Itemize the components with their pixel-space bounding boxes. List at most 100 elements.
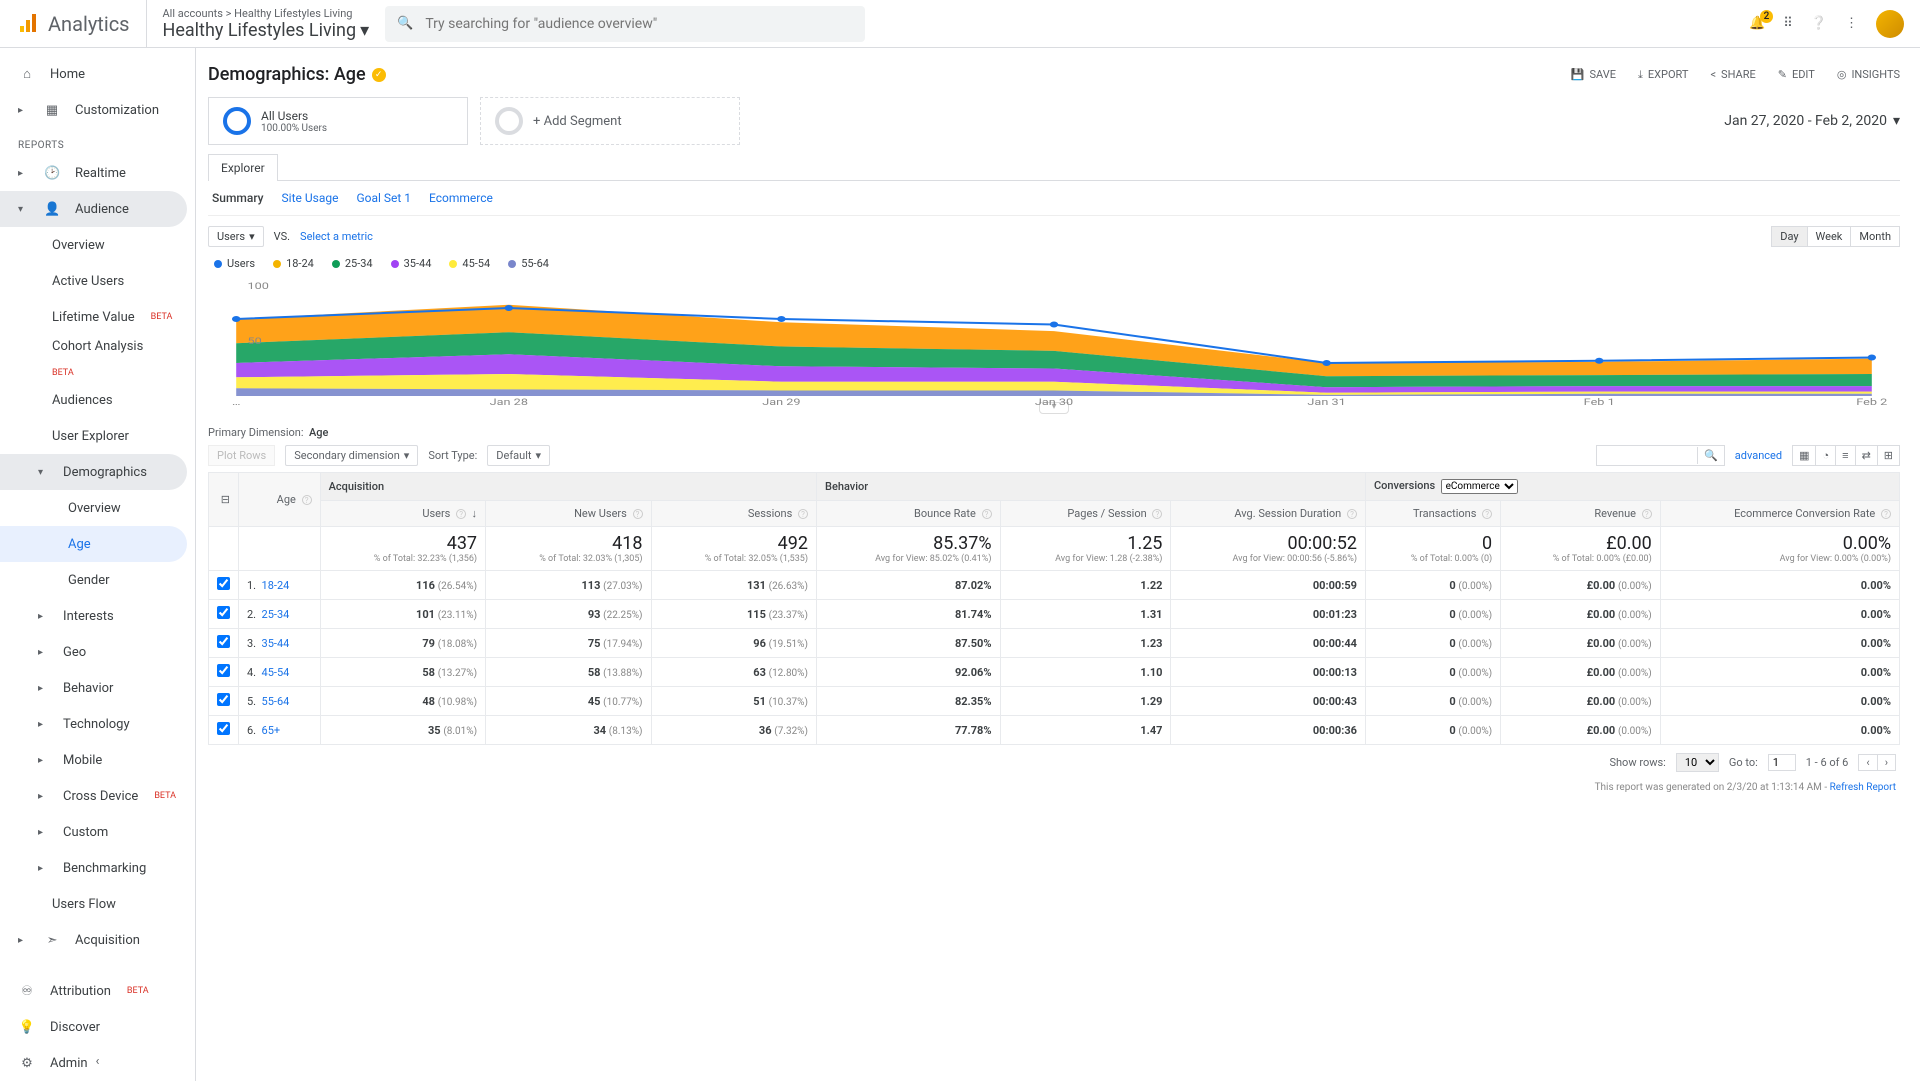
dimension-link[interactable]: 35-44 bbox=[262, 637, 290, 650]
save-button[interactable]: 💾SAVE bbox=[1571, 68, 1616, 82]
more-icon[interactable]: ⋮ bbox=[1845, 16, 1858, 31]
nav-audience-overview[interactable]: Overview bbox=[0, 227, 195, 263]
add-segment-button[interactable]: + Add Segment bbox=[480, 97, 740, 145]
nav-user-explorer[interactable]: User Explorer bbox=[0, 418, 195, 454]
subtab-ecommerce[interactable]: Ecommerce bbox=[429, 191, 493, 205]
nav-acquisition[interactable]: ▸➣Acquisition bbox=[0, 922, 195, 958]
nav-active-users[interactable]: Active Users bbox=[0, 263, 195, 299]
nav-mobile[interactable]: ▸Mobile bbox=[0, 742, 195, 778]
show-rows-select[interactable]: 10 bbox=[1676, 753, 1719, 772]
help-icon[interactable]: ❔ bbox=[1811, 16, 1827, 31]
nav-cohort-analysis[interactable]: Cohort AnalysisBETA bbox=[0, 335, 195, 382]
dimension-link[interactable]: 45-54 bbox=[262, 666, 290, 679]
share-button[interactable]: <SHARE bbox=[1710, 68, 1755, 82]
nav-customization[interactable]: ▸▦Customization bbox=[0, 92, 195, 128]
metric-dropdown[interactable]: Users▾ bbox=[208, 226, 264, 247]
table-search[interactable]: 🔍 bbox=[1596, 445, 1725, 466]
view-bar-icon[interactable]: ≡ bbox=[1836, 446, 1855, 465]
nav-cross-device[interactable]: ▸Cross DeviceBETA bbox=[0, 778, 195, 814]
export-button[interactable]: ⤓EXPORT bbox=[1638, 68, 1688, 82]
nav-home[interactable]: ⌂Home bbox=[0, 56, 195, 92]
col-header[interactable]: Transactions ? bbox=[1365, 501, 1500, 527]
subtab-goal1[interactable]: Goal Set 1 bbox=[356, 191, 411, 205]
time-week[interactable]: Week bbox=[1808, 227, 1852, 246]
conversion-type-select[interactable]: eCommerce bbox=[1441, 479, 1518, 494]
col-header[interactable]: Pages / Session ? bbox=[1000, 501, 1171, 527]
dimension-link[interactable]: 65+ bbox=[262, 724, 281, 737]
account-selector[interactable]: All accounts > Healthy Lifestyles Living… bbox=[146, 0, 370, 47]
edit-button[interactable]: ✎EDIT bbox=[1778, 68, 1815, 82]
time-day[interactable]: Day bbox=[1772, 227, 1807, 246]
view-table-icon[interactable]: ▦ bbox=[1793, 446, 1816, 465]
col-header[interactable]: Bounce Rate ? bbox=[817, 501, 1001, 527]
search-bar[interactable]: 🔍 bbox=[385, 6, 865, 42]
nav-geo[interactable]: ▸Geo bbox=[0, 634, 195, 670]
date-range-picker[interactable]: Jan 27, 2020 - Feb 2, 2020▾ bbox=[1724, 113, 1900, 129]
tab-explorer[interactable]: Explorer bbox=[208, 154, 278, 181]
col-header[interactable]: Avg. Session Duration ? bbox=[1171, 501, 1366, 527]
dimension-link[interactable]: 55-64 bbox=[262, 695, 290, 708]
col-header[interactable]: Ecommerce Conversion Rate ? bbox=[1660, 501, 1899, 527]
legend-item: 45-54 bbox=[449, 257, 490, 270]
subtab-site-usage[interactable]: Site Usage bbox=[282, 191, 339, 205]
search-icon[interactable]: 🔍 bbox=[1697, 447, 1724, 464]
row-checkbox[interactable] bbox=[217, 635, 230, 648]
col-header[interactable]: Users ? ↓ bbox=[320, 501, 485, 527]
nav-technology[interactable]: ▸Technology bbox=[0, 706, 195, 742]
nav-realtime[interactable]: ▸🕑Realtime bbox=[0, 155, 195, 191]
notifications-button[interactable]: 🔔 2 bbox=[1749, 16, 1765, 31]
row-checkbox[interactable] bbox=[217, 664, 230, 677]
col-header[interactable]: New Users ? bbox=[486, 501, 651, 527]
row-checkbox[interactable] bbox=[217, 606, 230, 619]
segment-all-users[interactable]: All Users100.00% Users bbox=[208, 97, 468, 145]
data-table: ⊟Age ?AcquisitionBehaviorConversions eCo… bbox=[208, 472, 1900, 745]
nav-audience[interactable]: ▾👤Audience bbox=[0, 191, 187, 227]
search-input[interactable] bbox=[425, 16, 853, 32]
view-comparison-icon[interactable]: ⇄ bbox=[1856, 446, 1878, 465]
subtab-summary[interactable]: Summary bbox=[212, 191, 264, 205]
goto-label: Go to: bbox=[1729, 756, 1758, 769]
nav-audiences[interactable]: Audiences bbox=[0, 382, 195, 418]
next-page-button[interactable]: › bbox=[1878, 755, 1895, 770]
collapse-all-icon[interactable]: ⊟ bbox=[221, 493, 230, 506]
table-search-input[interactable] bbox=[1597, 446, 1697, 465]
nav-custom[interactable]: ▸Custom bbox=[0, 814, 195, 850]
row-checkbox[interactable] bbox=[217, 722, 230, 735]
nav-demo-gender[interactable]: Gender bbox=[0, 562, 195, 598]
dimension-link[interactable]: 25-34 bbox=[262, 608, 290, 621]
chart-legend: Users18-2425-3435-4445-5455-64 bbox=[208, 257, 1900, 270]
logo[interactable]: Analytics bbox=[16, 12, 130, 36]
view-pivot-icon[interactable]: ⊞ bbox=[1878, 446, 1899, 465]
nav-demographics[interactable]: ▾Demographics bbox=[0, 454, 187, 490]
svg-text:Feb 1: Feb 1 bbox=[1584, 397, 1615, 406]
nav-users-flow[interactable]: Users Flow bbox=[0, 886, 195, 922]
view-pie-icon[interactable]: ◔ bbox=[1816, 446, 1836, 465]
nav-discover[interactable]: 💡Discover bbox=[0, 1009, 195, 1045]
col-header[interactable]: Sessions ? bbox=[651, 501, 816, 527]
goto-input[interactable] bbox=[1768, 754, 1796, 771]
nav-behavior[interactable]: ▸Behavior bbox=[0, 670, 195, 706]
apps-icon[interactable]: ⠿ bbox=[1783, 16, 1793, 31]
advanced-link[interactable]: advanced bbox=[1735, 449, 1782, 462]
nav-benchmarking[interactable]: ▸Benchmarking bbox=[0, 850, 195, 886]
refresh-report-link[interactable]: Refresh Report bbox=[1830, 782, 1896, 793]
prev-page-button[interactable]: ‹ bbox=[1859, 755, 1877, 770]
nav-interests[interactable]: ▸Interests bbox=[0, 598, 195, 634]
dimension-link[interactable]: 18-24 bbox=[262, 579, 290, 592]
time-month[interactable]: Month bbox=[1851, 227, 1899, 246]
col-header[interactable]: Revenue ? bbox=[1501, 501, 1661, 527]
sort-type-dropdown[interactable]: Default▾ bbox=[487, 445, 550, 466]
secondary-dimension-dropdown[interactable]: Secondary dimension▾ bbox=[285, 445, 418, 466]
insights-button[interactable]: ◎INSIGHTS bbox=[1837, 68, 1900, 82]
report-generated-note: This report was generated on 2/3/20 at 1… bbox=[1595, 782, 1830, 793]
nav-demo-overview[interactable]: Overview bbox=[0, 490, 195, 526]
select-metric-link[interactable]: Select a metric bbox=[300, 230, 373, 243]
nav-lifetime-value[interactable]: Lifetime ValueBETA bbox=[0, 299, 195, 335]
nav-demo-age[interactable]: Age bbox=[0, 526, 187, 562]
collapse-sidebar-button[interactable]: ‹ bbox=[96, 1054, 100, 1069]
user-avatar[interactable] bbox=[1876, 10, 1904, 38]
export-icon: ⤓ bbox=[1638, 68, 1643, 82]
row-checkbox[interactable] bbox=[217, 577, 230, 590]
nav-attribution[interactable]: ♾AttributionBETA bbox=[0, 973, 195, 1009]
row-checkbox[interactable] bbox=[217, 693, 230, 706]
